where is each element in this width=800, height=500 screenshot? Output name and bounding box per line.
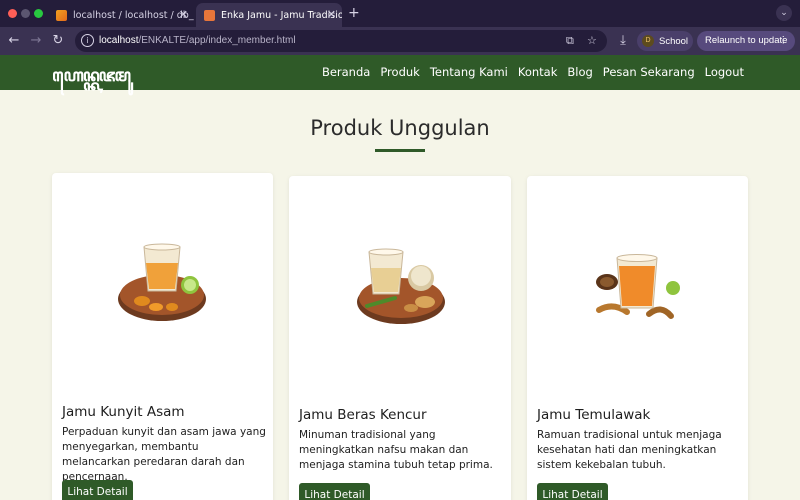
browser-tab-phpmyadmin[interactable]: localhost / localhost / db_uas ✕: [48, 3, 194, 27]
url-path: /ENKALTE/app/index_member.html: [138, 35, 296, 46]
close-window-button[interactable]: [8, 9, 17, 18]
site-favicon-icon: [204, 9, 215, 21]
nav-link-logout[interactable]: Logout: [705, 65, 744, 79]
nav-link-tentang-kami[interactable]: Tentang Kami: [430, 65, 508, 79]
site-info-icon[interactable]: i: [81, 34, 94, 47]
url-host: localhost: [99, 35, 139, 46]
phpmyadmin-icon: [56, 9, 67, 21]
jamu-kunyit-asam-image: [118, 243, 206, 321]
new-tab-icon[interactable]: +: [348, 5, 360, 21]
product-description: Minuman tradisional yang meningkatkan na…: [299, 429, 493, 471]
maximize-window-button[interactable]: [34, 9, 43, 18]
avatar: D: [642, 35, 654, 47]
product-name: Jamu Temulawak: [537, 407, 651, 423]
browser-tab-bar: localhost / localhost / db_uas ✕ Enka Ja…: [0, 0, 800, 27]
close-tab-icon[interactable]: ✕: [327, 8, 336, 21]
nav-link-blog[interactable]: Blog: [567, 65, 592, 79]
nav-links: Beranda Produk Tentang Kami Kontak Blog …: [322, 65, 744, 79]
minimize-window-button[interactable]: [21, 9, 30, 18]
product-description: Perpaduan kunyit dan asam jawa yang meny…: [62, 426, 266, 483]
relaunch-button[interactable]: Relaunch to update ⋮: [697, 31, 795, 51]
profile-label: School: [659, 35, 689, 47]
profile-chip[interactable]: D School: [637, 31, 693, 51]
download-icon[interactable]: ⤓: [614, 32, 632, 50]
product-card: Jamu Beras Kencur Minuman tradisional ya…: [289, 176, 511, 500]
tab-label: localhost / localhost / db_uas: [73, 9, 194, 21]
lihat-detail-button[interactable]: Lihat Detail: [537, 483, 608, 500]
product-description: Ramuan tradisional untuk menjaga kesehat…: [537, 429, 722, 471]
nav-link-kontak[interactable]: Kontak: [518, 65, 558, 79]
jamu-beras-kencur-image: [357, 248, 445, 324]
product-card: Jamu Temulawak Ramuan tradisional untuk …: [527, 176, 748, 500]
lihat-detail-button[interactable]: Lihat Detail: [62, 480, 133, 500]
product-name: Jamu Kunyit Asam: [62, 404, 185, 420]
address-bar[interactable]: i localhost/ENKALTE/app/index_member.htm…: [75, 30, 607, 52]
section-title: Produk Unggulan: [310, 116, 490, 140]
tab-label: Enka Jamu - Jamu Tradisional: [221, 9, 342, 21]
browser-tab-enka-jamu[interactable]: Enka Jamu - Jamu Tradisional ✕: [196, 3, 342, 27]
reload-icon[interactable]: ↻: [49, 32, 67, 50]
url-text: localhost/ENKALTE/app/index_member.html: [99, 35, 296, 46]
relaunch-label: Relaunch to update: [705, 35, 788, 46]
nav-link-beranda[interactable]: Beranda: [322, 65, 370, 79]
back-arrow-icon[interactable]: ←: [5, 32, 23, 50]
forward-arrow-icon[interactable]: →: [27, 32, 45, 50]
translate-icon[interactable]: ⧉: [566, 34, 574, 48]
bookmark-star-icon[interactable]: ☆: [587, 34, 597, 47]
jamu-temulawak-image: [596, 254, 680, 319]
tab-search-chevron-icon[interactable]: ⌄: [776, 5, 792, 21]
nav-link-pesan-sekarang[interactable]: Pesan Sekarang: [603, 65, 695, 79]
title-underline: [375, 149, 425, 152]
product-name: Jamu Beras Kencur: [299, 407, 427, 423]
product-card: Jamu Kunyit Asam Perpaduan kunyit dan as…: [52, 173, 273, 500]
more-menu-icon[interactable]: ⋮: [779, 31, 789, 51]
lihat-detail-button[interactable]: Lihat Detail: [299, 483, 370, 500]
site-logo[interactable]: ꦲꦺꦤ꧀ꦏꦗꦩꦸ: [52, 62, 131, 97]
nav-link-produk[interactable]: Produk: [380, 65, 420, 79]
close-tab-icon[interactable]: ✕: [179, 8, 188, 21]
